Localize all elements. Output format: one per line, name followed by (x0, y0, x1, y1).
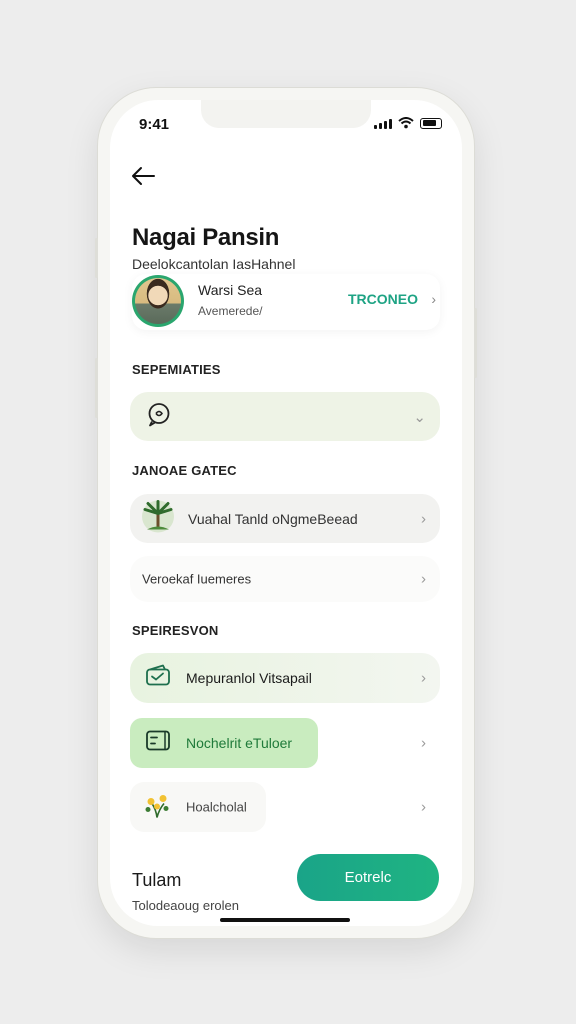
arrow-left-icon (132, 167, 155, 185)
flower-row[interactable]: Hoalcholal › (130, 782, 440, 832)
section-heading-2: JANOAE GATEC (132, 463, 237, 478)
wifi-icon (398, 117, 414, 129)
highlight-row-label: Nochelrit eTuloer (186, 735, 293, 751)
card-icon (145, 729, 171, 758)
phone-side-button-right (474, 308, 477, 378)
home-indicator (220, 918, 350, 922)
plain-row-label: Veroekaf Iuemeres (142, 571, 252, 587)
phone-side-button-left (95, 238, 98, 278)
plant-row[interactable]: Vuahal Tanld oNgmeBeead › (130, 494, 440, 543)
back-button[interactable] (130, 164, 158, 188)
card-row[interactable]: Mepuranlol Vitsapail › (130, 653, 440, 703)
profile-subtitle: Avemerede/ (198, 304, 263, 318)
card-row-label: Mepuranlol Vitsapail (186, 670, 312, 686)
profile-name: Warsi Sea (198, 282, 263, 298)
footer-subtitle: Tolodeaoug erolen (132, 898, 239, 913)
notch (201, 100, 371, 128)
page-title: Nagai Pansin (132, 224, 280, 251)
section-heading-1: SEPEMIATIES (132, 362, 221, 377)
section-heading-3: SPEIRESVON (132, 623, 219, 638)
phone-side-button-left-2 (95, 358, 98, 418)
chevron-right-icon: › (421, 570, 426, 588)
wallet-icon (145, 664, 171, 693)
page-subtitle: Deelokcantolan IasHahnel (132, 256, 296, 272)
plain-row[interactable]: Veroekaf Iuemeres › (130, 556, 440, 602)
chevron-right-icon: › (421, 510, 426, 527)
flower-row-label: Hoalcholal (186, 799, 247, 815)
primary-cta-button[interactable]: Eotrelc (297, 854, 439, 901)
signal-icon (374, 118, 392, 129)
profile-action-link[interactable]: TRCONEO (348, 291, 418, 307)
status-icons (374, 117, 442, 129)
phone-frame: 9:41 Nagai Pansin Deelokcantolan IasHahn… (95, 88, 477, 938)
select-row[interactable]: ⌄ (130, 392, 440, 441)
avatar (132, 275, 184, 327)
flower-icon (142, 790, 172, 825)
chat-icon (146, 401, 172, 432)
status-time: 9:41 (139, 116, 170, 133)
footer-title: Tulam (132, 870, 182, 890)
battery-icon (420, 117, 442, 129)
chevron-right-icon: › (421, 734, 426, 752)
chevron-right-icon: › (421, 798, 426, 816)
plant-row-label: Vuahal Tanld oNgmeBeead (188, 510, 358, 527)
highlight-row[interactable]: Nochelrit eTuloer › (130, 718, 440, 768)
chevron-right-icon: › (431, 291, 436, 307)
palm-tree-icon (141, 499, 175, 538)
profile-card[interactable]: Warsi Sea Avemerede/ TRCONEO › (132, 274, 440, 330)
chevron-down-icon: ⌄ (413, 408, 426, 426)
chevron-right-icon: › (421, 669, 426, 687)
screen: 9:41 Nagai Pansin Deelokcantolan IasHahn… (110, 100, 462, 926)
